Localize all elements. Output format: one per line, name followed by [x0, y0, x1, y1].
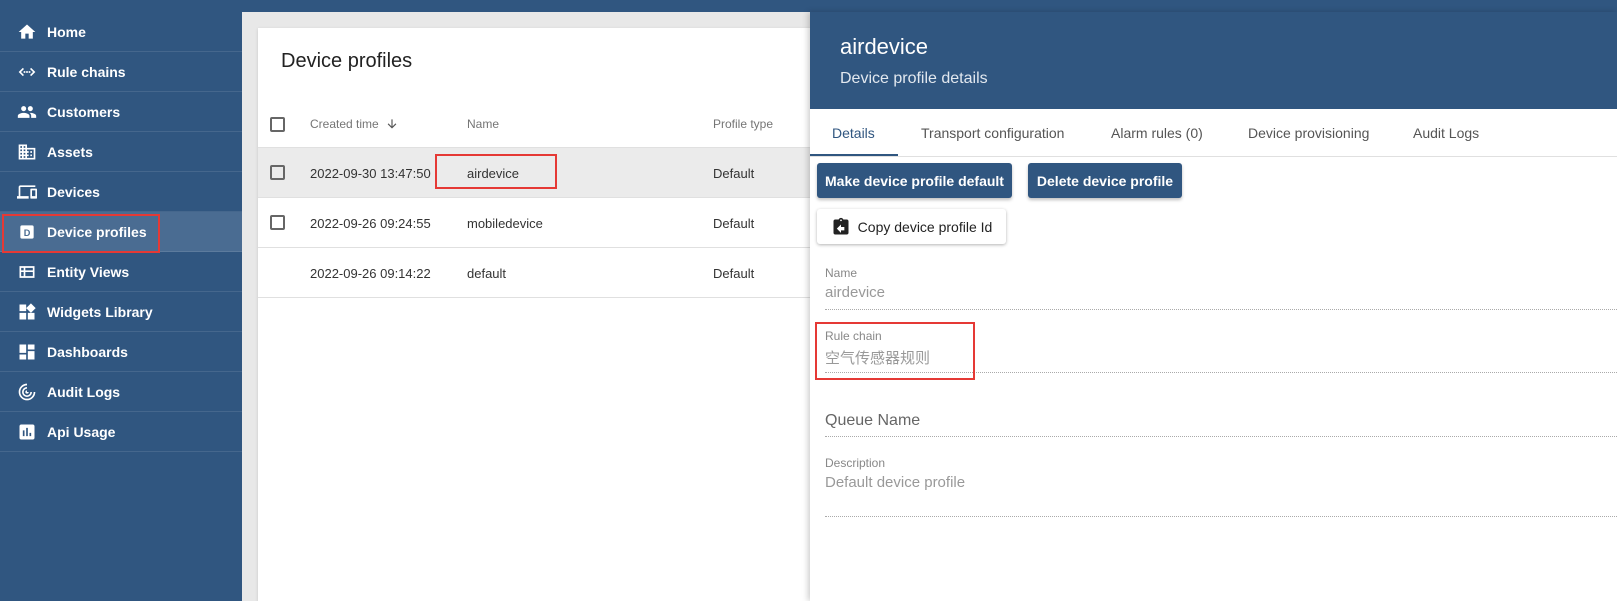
sidebar-item-label: Audit Logs [47, 383, 121, 400]
customers-icon [16, 101, 38, 123]
tab-audit-logs[interactable]: Audit Logs [1413, 109, 1479, 157]
row-checkbox[interactable] [270, 165, 285, 180]
dashboards-icon [16, 341, 38, 363]
rule-chain-value: 空气传感器规则 [825, 350, 931, 367]
description-label: Description [825, 456, 886, 470]
home-icon [16, 21, 38, 43]
cell-name: airdevice [467, 165, 520, 181]
cell-profile-type: Default [713, 265, 755, 281]
sidebar-item-device-profiles[interactable]: D Device profiles [0, 212, 242, 252]
device-profile-details-panel: airdevice Device profile details Details… [810, 12, 1617, 601]
cell-created-time: 2022-09-26 09:14:22 [310, 265, 431, 281]
sidebar-item-audit-logs[interactable]: Audit Logs [0, 372, 242, 412]
sidebar-item-label: Home [47, 23, 86, 40]
api-usage-icon [16, 421, 38, 443]
page-title: Device profiles [281, 50, 413, 72]
copy-profile-id-button[interactable]: Copy device profile Id [817, 209, 1006, 244]
copy-button-label: Copy device profile Id [857, 218, 993, 235]
sidebar-item-assets[interactable]: Assets [0, 132, 242, 172]
column-profile-type[interactable]: Profile type [713, 100, 773, 148]
description-value: Default device profile [825, 474, 966, 491]
sidebar-item-widgets-library[interactable]: Widgets Library [0, 292, 242, 332]
sidebar-item-label: Devices [47, 183, 100, 200]
cell-profile-type: Default [713, 165, 755, 181]
name-label: Name [825, 266, 858, 280]
delete-profile-button[interactable]: Delete device profile [1028, 163, 1182, 198]
make-default-button[interactable]: Make device profile default [817, 163, 1012, 198]
sidebar-item-rule-chains[interactable]: Rule chains [0, 52, 242, 92]
assets-icon [16, 141, 38, 163]
sidebar-item-label: Entity Views [47, 263, 130, 280]
cell-name: mobiledevice [467, 215, 543, 231]
tab-device-provisioning[interactable]: Device provisioning [1248, 109, 1369, 157]
name-field[interactable]: Name airdevice [825, 266, 1617, 301]
sidebar-item-dashboards[interactable]: Dashboards [0, 332, 242, 372]
sidebar-item-home[interactable]: Home [0, 12, 242, 52]
rule-chain-label: Rule chain [825, 329, 882, 343]
entity-views-icon [16, 261, 38, 283]
sidebar-item-label: Widgets Library [47, 303, 153, 320]
arrow-down-icon [385, 117, 399, 131]
tab-bar: Details Transport configuration Alarm ru… [810, 109, 1617, 157]
column-created-time[interactable]: Created time [310, 100, 399, 148]
rule-chain-field[interactable]: Rule chain 空气传感器规则 [825, 329, 1617, 368]
sidebar-item-devices[interactable]: Devices [0, 172, 242, 212]
select-all-checkbox[interactable] [270, 117, 285, 132]
column-label: Created time [310, 117, 379, 131]
queue-name-underline [825, 436, 1617, 437]
table-row[interactable]: 2022-09-26 09:14:22 default Default [258, 248, 818, 298]
cell-created-time: 2022-09-30 13:47:50 [310, 165, 431, 181]
sidebar: Home Rule chains Customers Assets Device… [0, 0, 242, 601]
sidebar-item-label: Customers [47, 103, 121, 120]
description-underline [825, 516, 1617, 517]
column-name[interactable]: Name [467, 100, 499, 148]
sidebar-item-label: Device profiles [47, 223, 147, 240]
sidebar-item-label: Dashboards [47, 343, 128, 360]
top-bar [242, 0, 1617, 12]
clipboard-icon [831, 217, 851, 237]
sidebar-item-customers[interactable]: Customers [0, 92, 242, 132]
widgets-icon [16, 301, 38, 323]
queue-name-label: Queue Name [825, 412, 921, 429]
sidebar-item-label: Assets [47, 143, 93, 160]
table-row[interactable]: 2022-09-26 09:24:55 mobiledevice Default [258, 198, 818, 248]
name-underline [825, 309, 1617, 310]
rule-chain-icon [16, 61, 38, 83]
cell-created-time: 2022-09-26 09:24:55 [310, 215, 431, 231]
cell-profile-type: Default [713, 215, 755, 231]
sidebar-item-label: Rule chains [47, 63, 126, 80]
device-profile-icon: D [16, 221, 38, 243]
sidebar-item-label: Api Usage [47, 423, 116, 440]
tab-alarm-rules[interactable]: Alarm rules (0) [1111, 109, 1203, 157]
device-profiles-card: Device profiles Created time Name Profil… [258, 28, 818, 601]
panel-header: airdevice Device profile details [810, 12, 1617, 109]
row-checkbox[interactable] [270, 215, 285, 230]
active-tab-indicator [810, 154, 898, 156]
name-value: airdevice [825, 284, 886, 301]
sidebar-item-api-usage[interactable]: Api Usage [0, 412, 242, 452]
rule-chain-underline [825, 372, 1617, 373]
tab-details[interactable]: Details [832, 109, 875, 157]
table-header: Created time Name Profile type [258, 100, 818, 148]
tab-transport-configuration[interactable]: Transport configuration [921, 109, 1064, 157]
devices-icon [16, 181, 38, 203]
svg-text:D: D [24, 227, 31, 237]
panel-subtitle: Device profile details [840, 70, 988, 87]
cell-name: default [467, 265, 507, 281]
table-row[interactable]: 2022-09-30 13:47:50 airdevice Default [258, 148, 818, 198]
description-field[interactable]: Description Default device profile [825, 456, 1617, 491]
panel-title: airdevice [840, 34, 929, 59]
sidebar-item-entity-views[interactable]: Entity Views [0, 252, 242, 292]
queue-name-field[interactable]: Queue Name [825, 412, 1617, 430]
audit-logs-icon [16, 381, 38, 403]
